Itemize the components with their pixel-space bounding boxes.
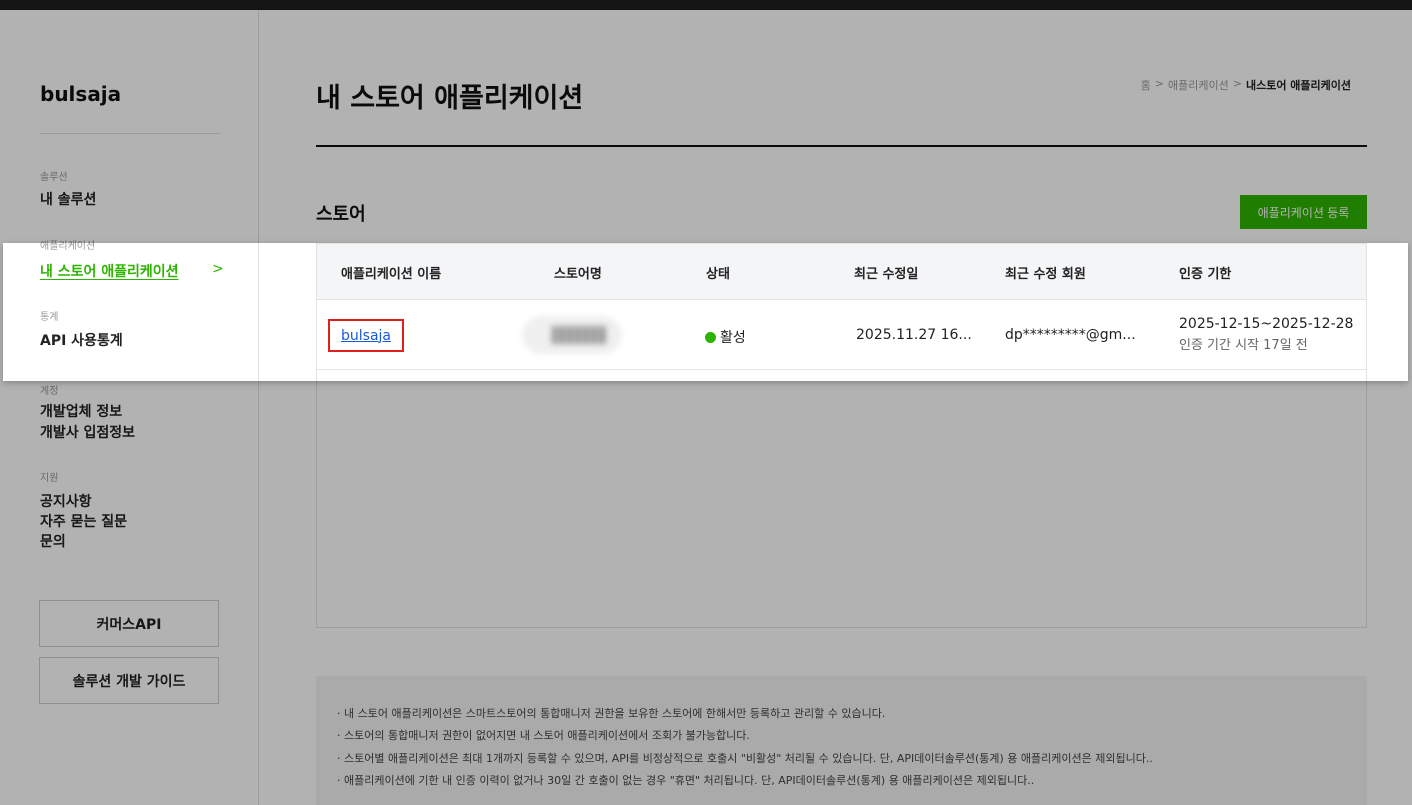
app-name-text[interactable]: bulsaja (341, 328, 391, 344)
store-app-table: 애플리케이션 이름 스토어명 상태 최근 수정일 최근 수정 회원 인증 기한 … (316, 243, 1367, 628)
nav-item-my-solution[interactable]: 내 솔루션 (40, 189, 96, 209)
breadcrumb-current: 내스토어 애플리케이션 (1245, 79, 1351, 92)
sidebar: bulsaja 솔루션 내 솔루션 애플리케이션 내 스토어 애플리케이션 > … (0, 10, 259, 805)
breadcrumb-separator: > (1232, 77, 1242, 90)
nav-item-my-store-app[interactable]: 내 스토어 애플리케이션 (40, 261, 179, 281)
modified-date: 2025.11.27 16... (856, 327, 972, 343)
nav-item-partner-info[interactable]: 개발사 입점정보 (40, 422, 135, 442)
logo[interactable]: bulsaja (40, 82, 121, 106)
nav-item-api-stats[interactable]: API 사용통계 (40, 330, 123, 350)
column-header: 애플리케이션 이름 (341, 267, 442, 282)
nav-item-inquiry[interactable]: 문의 (40, 531, 66, 551)
breadcrumb-separator: > (1154, 77, 1165, 90)
dev-guide-button[interactable]: 솔루션 개발 가이드 (39, 657, 219, 704)
nav-section-support: 지원 (40, 473, 59, 484)
notice-line: · 내 스토어 애플리케이션은 스마트스토어의 통합매니저 권한을 보유한 스토… (337, 707, 886, 720)
register-application-button[interactable]: 애플리케이션 등록 (1240, 195, 1367, 229)
status-badge: 활성 (705, 327, 746, 347)
commerce-api-button[interactable]: 커머스API (39, 600, 219, 647)
breadcrumb-home[interactable]: 홈 (1141, 77, 1151, 93)
nav-item-notices[interactable]: 공지사항 (40, 491, 92, 511)
breadcrumb-application[interactable]: 애플리케이션 (1168, 77, 1229, 93)
auth-period-range: 2025-12-15~2025-12-28 (1179, 316, 1354, 332)
column-header: 인증 기한 (1179, 267, 1232, 282)
breadcrumb: 홈 > 애플리케이션 > 내스토어 애플리케이션 (1141, 77, 1351, 93)
notice-line: · 스토어별 애플리케이션은 최대 1개까지 등록할 수 있으며, API를 비… (337, 751, 1153, 765)
top-bar (0, 0, 1412, 10)
notice-line: · 애플리케이션에 기한 내 인증 이력이 없거나 30일 간 호출이 없는 경… (337, 774, 1035, 788)
modified-member: dp*********@gm... (1005, 327, 1136, 343)
column-header: 최근 수정일 (854, 267, 919, 282)
nav-section-application: 애플리케이션 (40, 241, 96, 252)
notice-box: · 내 스토어 애플리케이션은 스마트스토어의 통합매니저 권한을 보유한 스토… (316, 676, 1367, 805)
page-title: 내 스토어 애플리케이션 (316, 83, 584, 114)
store-name-redacted (522, 316, 622, 354)
column-header: 상태 (706, 267, 730, 282)
dim-overlay-right (1408, 243, 1412, 381)
chevron-right-icon: > (212, 261, 224, 277)
table-row: bulsaja 활성 2025.11.27 16... dp*********@… (317, 300, 1366, 370)
nav-section-solution: 솔루션 (40, 172, 68, 183)
status-text: 활성 (720, 330, 746, 346)
app-name-link[interactable]: bulsaja (328, 319, 404, 352)
section-title: 스토어 (316, 204, 366, 225)
nav-section-stats: 통계 (40, 312, 59, 323)
auth-period-note: 인증 기간 시작 17일 전 (1179, 338, 1308, 353)
title-divider (316, 145, 1367, 147)
status-dot-icon (705, 332, 716, 343)
logo-divider (40, 133, 220, 134)
auth-period: 2025-12-15~2025-12-28 인증 기간 시작 17일 전 (1179, 316, 1353, 353)
nav-section-account: 계정 (40, 386, 59, 397)
notice-line: · 스토어의 통합매니저 권한이 없어지면 내 스토어 애플리케이션에서 조회가… (337, 729, 750, 743)
table-header: 애플리케이션 이름 스토어명 상태 최근 수정일 최근 수정 회원 인증 기한 (317, 244, 1366, 300)
column-header: 최근 수정 회원 (1005, 267, 1086, 282)
column-header: 스토어명 (554, 267, 602, 282)
nav-item-faq[interactable]: 자주 묻는 질문 (40, 511, 127, 531)
nav-item-company-info[interactable]: 개발업체 정보 (40, 401, 122, 421)
